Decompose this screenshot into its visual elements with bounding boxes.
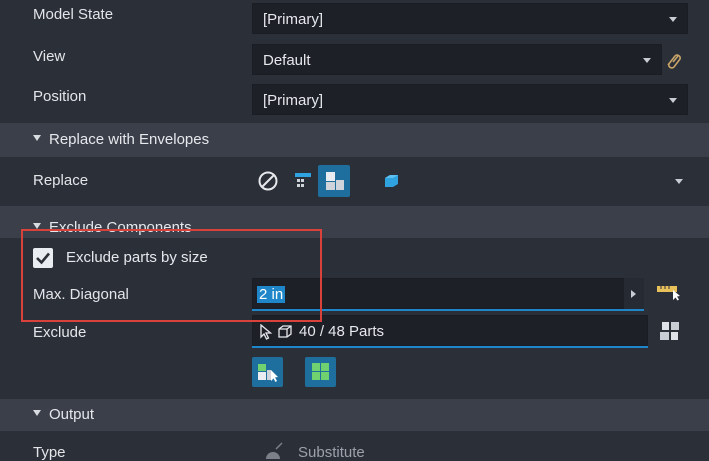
- chevron-down-icon: [669, 16, 677, 22]
- exclude-label: Exclude: [33, 324, 87, 341]
- section-title: Exclude Components: [49, 219, 192, 236]
- exclude-selection-field[interactable]: 40 / 48 Parts: [252, 315, 648, 346]
- section-title: Output: [49, 406, 95, 423]
- section-output[interactable]: Output: [0, 399, 709, 431]
- substitute-icon: [266, 442, 283, 459]
- properties-panel: Model State [Primary] View Default Posit…: [0, 0, 709, 461]
- model-state-label: Model State: [33, 6, 114, 23]
- grid-parts-button[interactable]: [305, 357, 336, 387]
- model-state-dropdown[interactable]: [Primary]: [252, 3, 688, 34]
- max-diagonal-label: Max. Diagonal: [33, 286, 129, 303]
- link-icon[interactable]: [664, 50, 686, 70]
- chevron-down-icon: [643, 57, 651, 63]
- view-label: View: [33, 48, 66, 65]
- section-replace-with-envelopes[interactable]: Replace with Envelopes: [0, 123, 709, 157]
- bounding-box-tree-icon[interactable]: [292, 171, 314, 191]
- none-icon[interactable]: [256, 169, 280, 193]
- collapse-triangle-icon: [33, 223, 41, 230]
- collapse-triangle-icon: [33, 135, 41, 142]
- position-dropdown[interactable]: [Primary]: [252, 84, 688, 115]
- max-diagonal-value: 2 in: [257, 286, 286, 303]
- part-icon: [278, 325, 292, 338]
- section-title: Replace with Envelopes: [49, 131, 210, 148]
- view-dropdown[interactable]: Default: [252, 44, 662, 75]
- select-arrow-icon: [260, 324, 273, 340]
- position-label: Position: [33, 88, 87, 105]
- replace-label: Replace: [33, 172, 89, 189]
- single-envelope-icon[interactable]: [381, 172, 401, 190]
- select-parts-icon: [258, 364, 278, 382]
- collapse-triangle-icon: [33, 410, 41, 417]
- measure-icon[interactable]: [656, 283, 682, 301]
- chevron-right-icon: [631, 290, 636, 298]
- type-value: Substitute: [298, 444, 365, 461]
- replace-row: Replace: [0, 160, 709, 202]
- checkmark-icon: [36, 252, 50, 265]
- envelope-each-button[interactable]: [318, 165, 350, 197]
- exclude-parts-by-size-label: Exclude parts by size: [66, 249, 208, 266]
- model-state-row: Model State [Primary]: [0, 0, 709, 37]
- view-value: Default: [263, 52, 311, 69]
- grid-icon: [312, 363, 329, 380]
- max-diagonal-input[interactable]: 2 in: [252, 278, 644, 309]
- parts-envelope-icon: [326, 172, 344, 190]
- position-value: [Primary]: [263, 92, 323, 109]
- chevron-down-icon[interactable]: [675, 179, 683, 184]
- exclude-parts-by-size-checkbox[interactable]: [33, 248, 53, 268]
- view-row: View Default: [0, 42, 709, 79]
- exclude-count: 40 / 48 Parts: [299, 323, 385, 340]
- section-exclude-components[interactable]: Exclude Components: [0, 206, 709, 238]
- component-parts-icon[interactable]: [658, 320, 682, 342]
- select-parts-button[interactable]: [252, 357, 283, 387]
- unit-stepper[interactable]: [624, 278, 644, 309]
- position-row: Position [Primary]: [0, 82, 709, 119]
- chevron-down-icon: [669, 97, 677, 103]
- model-state-value: [Primary]: [263, 11, 323, 28]
- type-label: Type: [33, 444, 66, 461]
